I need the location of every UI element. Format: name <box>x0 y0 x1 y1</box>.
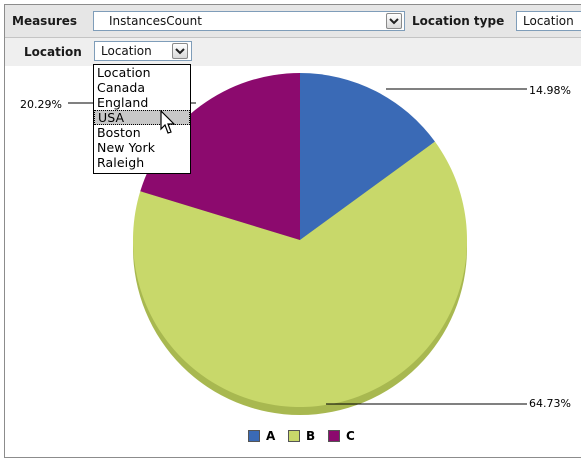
pie-label-c: 20.29% <box>20 98 62 111</box>
location-option[interactable]: Raleigh <box>94 155 190 170</box>
location-option[interactable]: Location <box>94 65 190 80</box>
legend-text-a: A <box>266 429 276 443</box>
pie-label-a: 14.98% <box>529 84 571 97</box>
legend-text-c: C <box>346 429 355 443</box>
legend-text-b: B <box>306 429 316 443</box>
legend-swatch-b <box>288 430 300 442</box>
legend-swatch-c <box>328 430 340 442</box>
location-option[interactable]: England <box>94 95 190 110</box>
location-option[interactable]: New York <box>94 140 190 155</box>
pie-label-b: 64.73% <box>529 397 571 410</box>
pie-chart <box>68 73 527 415</box>
mouse-pointer-icon <box>160 110 176 134</box>
legend-swatch-a <box>248 430 260 442</box>
location-option[interactable]: Canada <box>94 80 190 95</box>
